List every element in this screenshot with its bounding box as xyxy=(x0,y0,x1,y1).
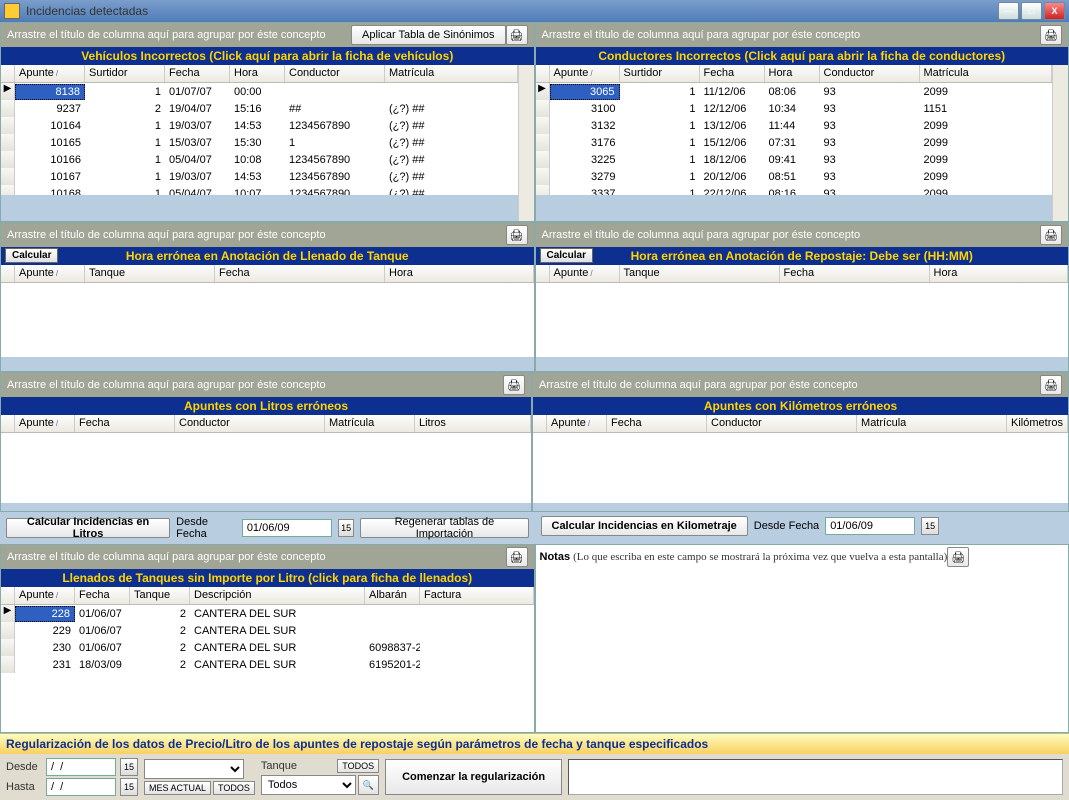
header-llenados[interactable]: Llenados de Tanques sin Importe por Litr… xyxy=(1,569,534,587)
table-row[interactable]: 23118/03/092CANTERA DEL SUR6195201-200 xyxy=(1,656,534,673)
group-hint-horaRep[interactable]: Arrastre el título de columna aquí para … xyxy=(536,223,1069,247)
calcular-button[interactable]: Calcular xyxy=(540,248,593,263)
print-button[interactable]: 🖨 xyxy=(506,225,528,245)
header-km: Apuntes con Kilómetros erróneos xyxy=(533,397,1068,415)
reg-hasta-input[interactable] xyxy=(46,778,116,796)
table-row[interactable]: 23001/06/072CANTERA DEL SUR6098837-20 xyxy=(1,639,534,656)
col-surtidor[interactable]: Surtidor xyxy=(85,65,165,82)
comenzar-button[interactable]: Comenzar la regularización xyxy=(385,759,562,795)
print-button[interactable]: 🖨 xyxy=(1040,225,1062,245)
col-apunte[interactable]: Apunte/ xyxy=(550,65,620,82)
regularizacion-header: Regularización de los datos de Precio/Li… xyxy=(0,733,1069,754)
col-hora[interactable]: Hora xyxy=(230,65,285,82)
mes-actual-button[interactable]: MES ACTUAL xyxy=(144,781,211,795)
scrollbar[interactable] xyxy=(1052,65,1068,221)
todos-button[interactable]: TODOS xyxy=(213,781,255,795)
calc-km-button[interactable]: Calcular Incidencias en Kilometraje xyxy=(541,516,748,536)
minimize-button[interactable]: — xyxy=(998,2,1019,20)
print-button[interactable]: 🖨 xyxy=(503,375,525,395)
grid-hora-repostaje[interactable] xyxy=(536,283,1069,357)
table-row[interactable]: 10166105/04/0710:081234567890(¿?) ## xyxy=(1,151,518,168)
table-row[interactable]: 3225118/12/0609:41932099 xyxy=(536,151,1053,168)
grid-hora-tanque[interactable] xyxy=(1,283,534,357)
reg-combo-1[interactable] xyxy=(144,759,244,779)
col-conductor[interactable]: Conductor xyxy=(285,65,385,82)
col-conductor[interactable]: Conductor xyxy=(820,65,920,82)
window-title: Incidencias detectadas xyxy=(26,4,998,18)
table-row[interactable]: ▶8138101/07/0700:00 xyxy=(1,83,518,100)
table-row[interactable]: 10167119/03/0714:531234567890(¿?) ## xyxy=(1,168,518,185)
desde-fecha-input[interactable] xyxy=(242,519,332,537)
grid-llenados[interactable]: ▶22801/06/072CANTERA DEL SUR22901/06/072… xyxy=(1,605,534,732)
calendar-icon[interactable]: 15 xyxy=(921,517,939,535)
table-row[interactable]: ▶22801/06/072CANTERA DEL SUR xyxy=(1,605,534,622)
table-row[interactable]: 10165115/03/0715:301(¿?) ## xyxy=(1,134,518,151)
col-surtidor[interactable]: Surtidor xyxy=(620,65,700,82)
header-hora-repostaje: Calcular Hora errónea en Anotación de Re… xyxy=(536,247,1069,265)
col-matricula[interactable]: Matrícula xyxy=(920,65,1053,82)
calendar-icon[interactable]: 15 xyxy=(120,758,138,776)
group-hint-horaTanque[interactable]: Arrastre el título de columna aquí para … xyxy=(1,223,534,247)
grid-conductores[interactable]: ▶3065111/12/0608:069320993100112/12/0610… xyxy=(536,83,1053,195)
maximize-button[interactable]: □ xyxy=(1021,2,1042,20)
calendar-icon[interactable]: 15 xyxy=(338,519,355,537)
binoculars-icon[interactable]: 🔍 xyxy=(358,775,379,795)
print-button[interactable]: 🖨 xyxy=(1040,25,1062,45)
apply-synonyms-button[interactable]: Aplicar Tabla de Sinónimos xyxy=(351,25,505,45)
print-button[interactable]: 🖨 xyxy=(1040,375,1062,395)
tanque-label: Tanque xyxy=(261,760,297,772)
print-button[interactable]: 🖨 xyxy=(506,25,528,45)
table-row[interactable]: 3279120/12/0608:51932099 xyxy=(536,168,1053,185)
group-hint-vehiculos[interactable]: Arrastre el título de columna aquí para … xyxy=(1,23,534,47)
reg-desde-input[interactable] xyxy=(46,758,116,776)
table-row[interactable]: 3337122/12/0608:16932099 xyxy=(536,185,1053,195)
titlebar: Incidencias detectadas — □ X xyxy=(0,0,1069,22)
desde-fecha-label: Desde Fecha xyxy=(176,516,236,540)
table-row[interactable]: 3100112/12/0610:34931151 xyxy=(536,100,1053,117)
notas-textarea[interactable] xyxy=(536,569,1069,732)
column-headers-vehiculos: Apunte/ Surtidor Fecha Hora Conductor Ma… xyxy=(1,65,518,83)
tanque-todos-button[interactable]: TODOS xyxy=(337,759,379,773)
print-button[interactable]: 🖨 xyxy=(506,547,528,567)
scrollbar[interactable] xyxy=(518,65,534,221)
col-apunte[interactable]: Apunte/ xyxy=(15,65,85,82)
table-row[interactable]: 3132113/12/0611:44932099 xyxy=(536,117,1053,134)
col-fecha[interactable]: Fecha xyxy=(165,65,230,82)
grid-litros[interactable] xyxy=(1,433,531,503)
table-row[interactable]: 9237219/04/0715:16##(¿?) ## xyxy=(1,100,518,117)
app-icon xyxy=(4,3,20,19)
col-hora[interactable]: Hora xyxy=(765,65,820,82)
grid-km[interactable] xyxy=(533,433,1068,503)
calcular-button[interactable]: Calcular xyxy=(5,248,58,263)
regularizacion-panel: Desde 15 Hasta 15 MES ACTUAL TODOS xyxy=(0,754,1069,800)
col-matricula[interactable]: Matrícula xyxy=(385,65,518,82)
reg-output xyxy=(568,759,1063,795)
header-vehiculos[interactable]: Vehículos Incorrectos (Click aquí para a… xyxy=(1,47,534,65)
col-fecha[interactable]: Fecha xyxy=(700,65,765,82)
calc-litros-button[interactable]: Calcular Incidencias en Litros xyxy=(6,518,170,538)
desde-fecha-input-km[interactable] xyxy=(825,517,915,535)
notas-label: Notas xyxy=(540,551,571,563)
table-row[interactable]: 3176115/12/0607:31932099 xyxy=(536,134,1053,151)
regen-import-button[interactable]: Regenerar tablas de Importación xyxy=(360,518,528,538)
table-row[interactable]: 22901/06/072CANTERA DEL SUR xyxy=(1,622,534,639)
print-button[interactable]: 🖨 xyxy=(947,547,969,567)
close-button[interactable]: X xyxy=(1044,2,1065,20)
header-conductores[interactable]: Conductores Incorrectos (Click aquí para… xyxy=(536,47,1069,65)
notas-hint: (Lo que escriba en este campo se mostrar… xyxy=(573,551,947,563)
calendar-icon[interactable]: 15 xyxy=(120,778,138,796)
grid-vehiculos[interactable]: ▶8138101/07/0700:009237219/04/0715:16##(… xyxy=(1,83,518,195)
hasta-label: Hasta xyxy=(6,781,42,793)
column-headers-conductores: Apunte/ Surtidor Fecha Hora Conductor Ma… xyxy=(536,65,1053,83)
desde-fecha-label: Desde Fecha xyxy=(754,520,819,532)
table-row[interactable]: 10168105/04/0710:071234567890(¿?) ## xyxy=(1,185,518,195)
tanque-combo[interactable]: Todos xyxy=(261,775,356,795)
header-litros: Apuntes con Litros erróneos xyxy=(1,397,531,415)
table-row[interactable]: ▶3065111/12/0608:06932099 xyxy=(536,83,1053,100)
header-hora-tanque: Calcular Hora errónea en Anotación de Ll… xyxy=(1,247,534,265)
table-row[interactable]: 10164119/03/0714:531234567890(¿?) ## xyxy=(1,117,518,134)
group-hint-conductores[interactable]: Arrastre el título de columna aquí para … xyxy=(536,23,1069,47)
desde-label: Desde xyxy=(6,761,42,773)
